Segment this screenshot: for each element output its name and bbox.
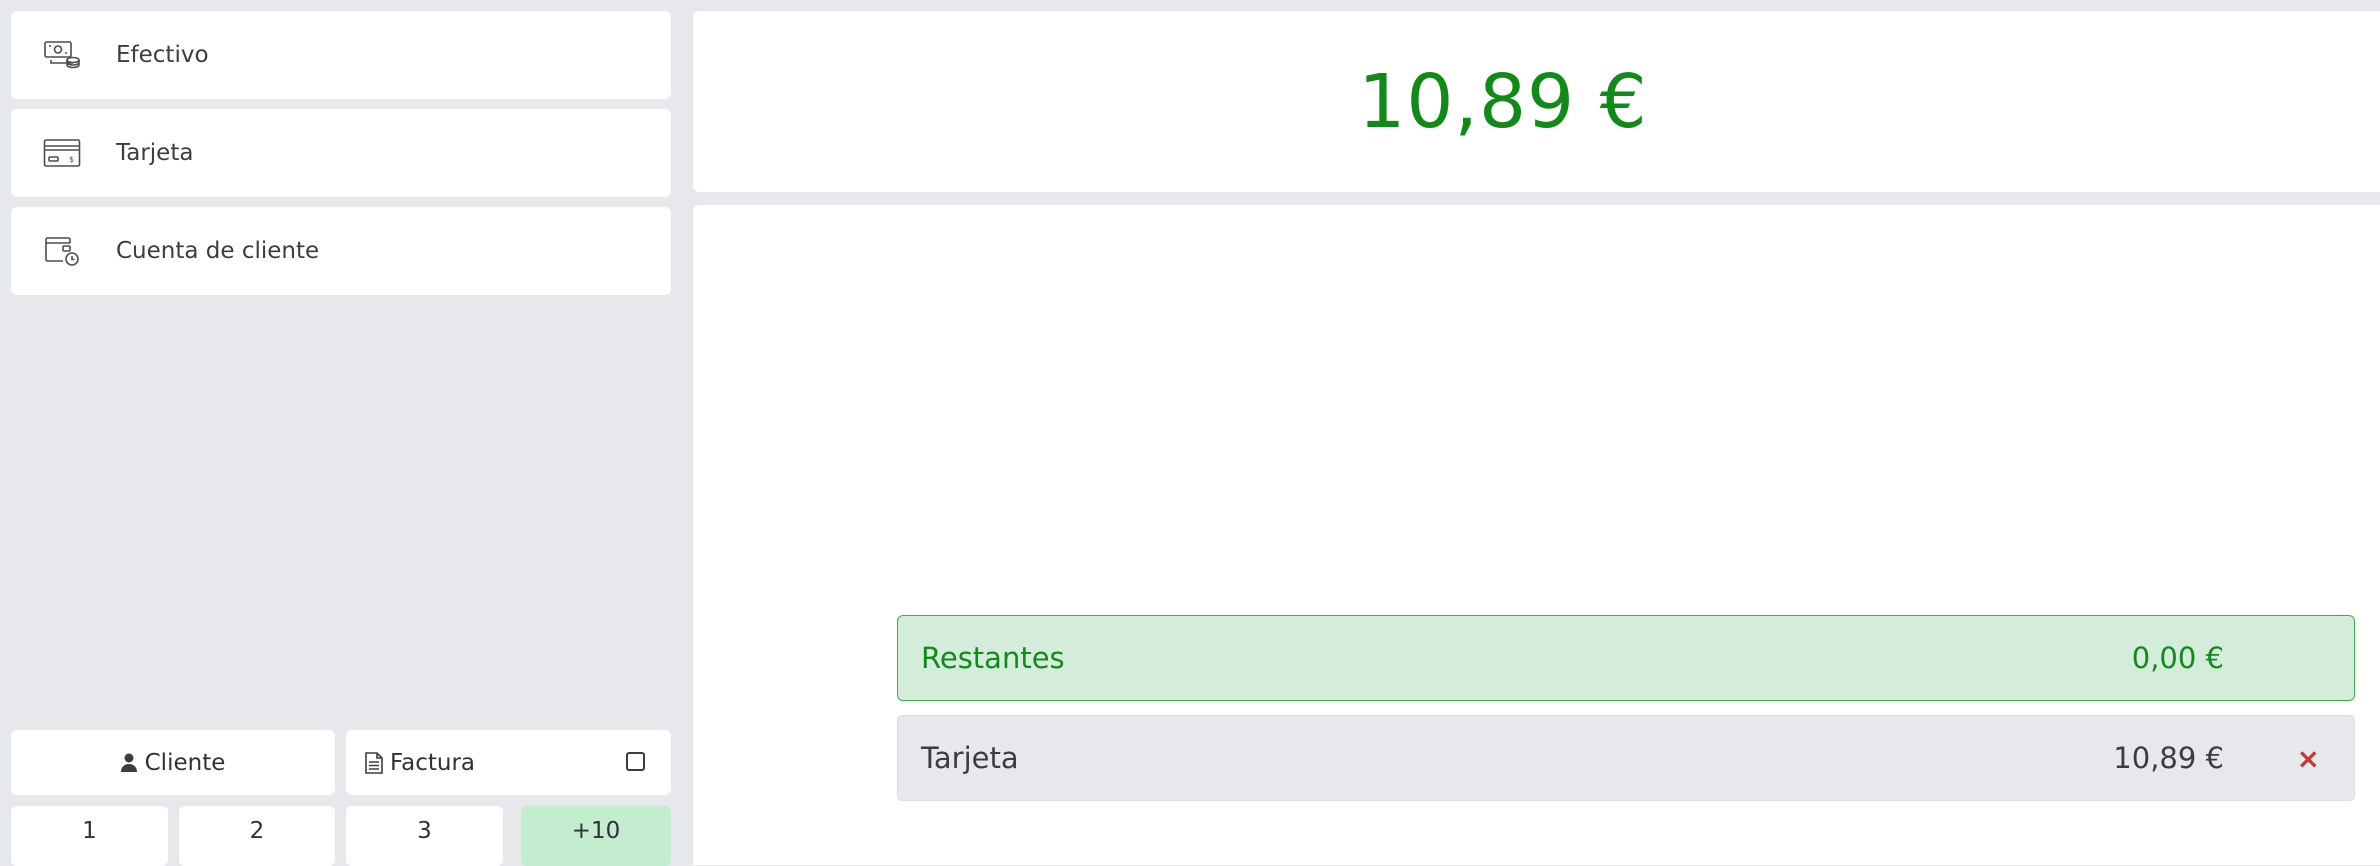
invoice-button[interactable]: Factura: [346, 730, 671, 795]
payment-line-label: Tarjeta: [921, 741, 1019, 775]
credit-card-icon: $: [42, 136, 82, 170]
remaining-amount: 0,00 €: [2131, 641, 2224, 675]
payment-method-card[interactable]: $ Tarjeta: [11, 109, 671, 197]
user-icon: [120, 753, 137, 773]
remaining-row: Restantes 0,00 €: [897, 615, 2355, 701]
cash-icon: [42, 38, 82, 72]
keypad-key-plus10[interactable]: +10: [521, 806, 671, 866]
remaining-label: Restantes: [921, 641, 1065, 675]
keypad-key-1[interactable]: 1: [11, 806, 168, 866]
payment-method-cash[interactable]: Efectivo: [11, 11, 671, 99]
total-amount: 10,89 €: [1358, 58, 1648, 145]
keypad-key-3[interactable]: 3: [346, 806, 503, 866]
document-icon: [364, 751, 384, 775]
payment-line-amount: 10,89 €: [2113, 741, 2224, 775]
customer-account-icon: [42, 234, 82, 268]
payment-method-label: Efectivo: [116, 42, 209, 68]
invoice-checkbox[interactable]: [626, 752, 645, 771]
remove-payment-icon[interactable]: ×: [2297, 742, 2320, 775]
payment-method-label: Tarjeta: [116, 140, 194, 166]
invoice-button-label: Factura: [390, 749, 476, 776]
svg-text:$: $: [69, 155, 74, 164]
payment-method-label: Cuenta de cliente: [116, 238, 320, 264]
customer-button[interactable]: Cliente: [11, 730, 335, 795]
payment-method-customer-account[interactable]: Cuenta de cliente: [11, 207, 671, 295]
customer-button-label: Cliente: [144, 749, 226, 776]
payment-line: Tarjeta 10,89 € ×: [897, 715, 2355, 801]
total-panel: 10,89 €: [693, 11, 2380, 192]
keypad-key-2[interactable]: 2: [179, 806, 335, 866]
